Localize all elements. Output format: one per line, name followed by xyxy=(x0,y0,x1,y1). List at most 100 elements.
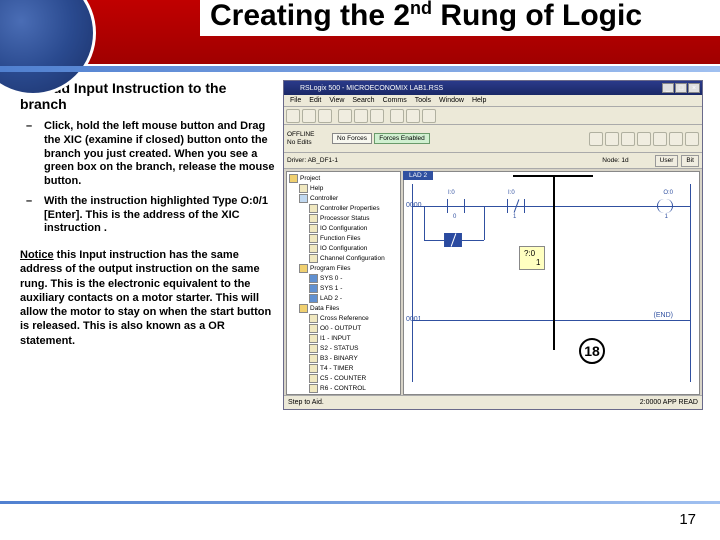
tree-item: O0 - OUTPUT xyxy=(289,324,398,334)
rslogix-window: RSLogix 500 - MICROECONOMIX LAB1.RSS _ □… xyxy=(283,80,703,410)
ote-instruction[interactable] xyxy=(657,199,673,213)
tree-item: Help xyxy=(289,184,398,194)
file-icon xyxy=(309,364,318,373)
title-pre: Creating the 2 xyxy=(210,0,410,32)
slide-title: Creating the 2nd Rung of Logic xyxy=(200,0,720,36)
tree-item: SYS 0 - xyxy=(289,274,398,284)
toolbar-rung-icon[interactable] xyxy=(589,132,603,146)
xio-bit: 1 xyxy=(513,214,516,220)
ote-address: O:0 xyxy=(663,190,673,196)
page-number: 17 xyxy=(679,511,696,528)
menu-view[interactable]: View xyxy=(329,97,344,104)
open-icon[interactable] xyxy=(302,109,316,123)
main-toolbar xyxy=(284,107,702,125)
find-icon[interactable] xyxy=(406,109,420,123)
status-bar: Step to Aid. 2:0000 APP READ xyxy=(284,395,702,409)
tree-item: R6 - CONTROL xyxy=(289,384,398,394)
xio-address: I:0 xyxy=(508,190,515,196)
save-icon[interactable] xyxy=(318,109,332,123)
folder-icon xyxy=(299,304,308,313)
maximize-button[interactable]: □ xyxy=(675,83,687,93)
footer-rule xyxy=(0,501,720,504)
notice-paragraph: Notice this Input instruction has the sa… xyxy=(20,248,275,348)
help-icon[interactable] xyxy=(422,109,436,123)
new-icon[interactable] xyxy=(286,109,300,123)
tree-item: Program Files xyxy=(289,264,398,274)
xic-address: I:0 xyxy=(448,190,455,196)
address-bit: 1 xyxy=(524,258,540,267)
copy-icon[interactable] xyxy=(354,109,368,123)
noforces-pill: No Forces xyxy=(332,133,372,144)
file-icon xyxy=(309,214,318,223)
cut-icon[interactable] xyxy=(338,109,352,123)
forces-enabled-pill: Forces Enabled xyxy=(374,133,430,144)
ladder-editor[interactable]: LAD 2 0000 I:0 0 I:0 1 xyxy=(403,171,700,395)
file-icon xyxy=(309,344,318,353)
tree-item: Processor Status xyxy=(289,214,398,224)
project-tree[interactable]: Project Help Controller Controller Prope… xyxy=(286,171,401,395)
tree-item: IO Configuration xyxy=(289,224,398,234)
file-icon xyxy=(309,204,318,213)
branch-left xyxy=(424,206,425,240)
menu-tools[interactable]: Tools xyxy=(415,97,431,104)
xio-instruction[interactable] xyxy=(507,199,525,213)
menu-help[interactable]: Help xyxy=(472,97,486,104)
menu-edit[interactable]: Edit xyxy=(309,97,321,104)
toolbar-branch-icon[interactable] xyxy=(605,132,619,146)
toolbar-xic-icon[interactable] xyxy=(621,132,635,146)
noedits-label: No Edits xyxy=(287,139,329,146)
callout-circle: 18 xyxy=(579,338,605,364)
tree-item: S2 - STATUS xyxy=(289,344,398,354)
callout-line-v xyxy=(553,175,555,350)
tree-item: Controller Properties xyxy=(289,204,398,214)
tree-item: Cross Reference xyxy=(289,314,398,324)
rung-0[interactable]: 0000 I:0 0 I:0 1 O:0 1 xyxy=(412,188,691,228)
separator xyxy=(334,109,336,123)
titlebar-text: RSLogix 500 - MICROECONOMIX LAB1.RSS xyxy=(286,85,661,92)
toolbar-ote-icon[interactable] xyxy=(653,132,667,146)
wire xyxy=(412,320,691,321)
file-icon xyxy=(309,294,318,303)
offline-label: OFFLINE xyxy=(287,131,329,138)
menu-search[interactable]: Search xyxy=(352,97,374,104)
end-label: (END) xyxy=(654,312,673,319)
status-row: OFFLINE No Edits No Forces Forces Enable… xyxy=(284,125,702,153)
statusbar-left: Step to Aid. xyxy=(288,399,324,406)
tree-item: IO Configuration xyxy=(289,244,398,254)
file-icon xyxy=(309,254,318,263)
slide-header: Creating the 2nd Rung of Logic xyxy=(0,0,720,64)
callout-number: 18 xyxy=(584,343,600,359)
menubar: File Edit View Search Comms Tools Window… xyxy=(284,95,702,107)
menu-window[interactable]: Window xyxy=(439,97,464,104)
instr-tab-bit[interactable]: Bit xyxy=(681,155,699,167)
bullet-item: With the instruction highlighted Type O:… xyxy=(34,195,275,236)
driver-label: Driver: AB_DF1-1 xyxy=(287,157,338,164)
xic-bit: 0 xyxy=(453,214,456,220)
paste-icon[interactable] xyxy=(370,109,384,123)
tree-item: Function Files xyxy=(289,234,398,244)
separator xyxy=(386,109,388,123)
print-icon[interactable] xyxy=(390,109,404,123)
ladder-tab[interactable]: LAD 2 xyxy=(403,171,433,180)
file-icon xyxy=(309,354,318,363)
close-button[interactable]: × xyxy=(688,83,700,93)
ote-bit: 1 xyxy=(665,214,668,220)
notice-body: this Input instruction has the same addr… xyxy=(20,249,271,347)
xic-instruction[interactable] xyxy=(447,199,465,213)
toolbar-otl-icon[interactable] xyxy=(669,132,683,146)
menu-comms[interactable]: Comms xyxy=(383,97,407,104)
menu-file[interactable]: File xyxy=(290,97,301,104)
step-bullets: Click, hold the left mouse button and Dr… xyxy=(20,120,275,236)
title-sup: nd xyxy=(410,0,432,18)
xic-highlighted[interactable] xyxy=(444,233,462,247)
tree-item: I1 - INPUT xyxy=(289,334,398,344)
minimize-button[interactable]: _ xyxy=(662,83,674,93)
title-post: Rung of Logic xyxy=(432,0,642,32)
file-icon xyxy=(309,224,318,233)
toolbar-xio-icon[interactable] xyxy=(637,132,651,146)
instr-tab-user[interactable]: User xyxy=(655,155,679,167)
toolbar-otu-icon[interactable] xyxy=(685,132,699,146)
address-input-box[interactable]: ?:0 1 xyxy=(519,246,545,270)
file-icon xyxy=(309,384,318,393)
window-titlebar: RSLogix 500 - MICROECONOMIX LAB1.RSS _ □… xyxy=(284,81,702,95)
